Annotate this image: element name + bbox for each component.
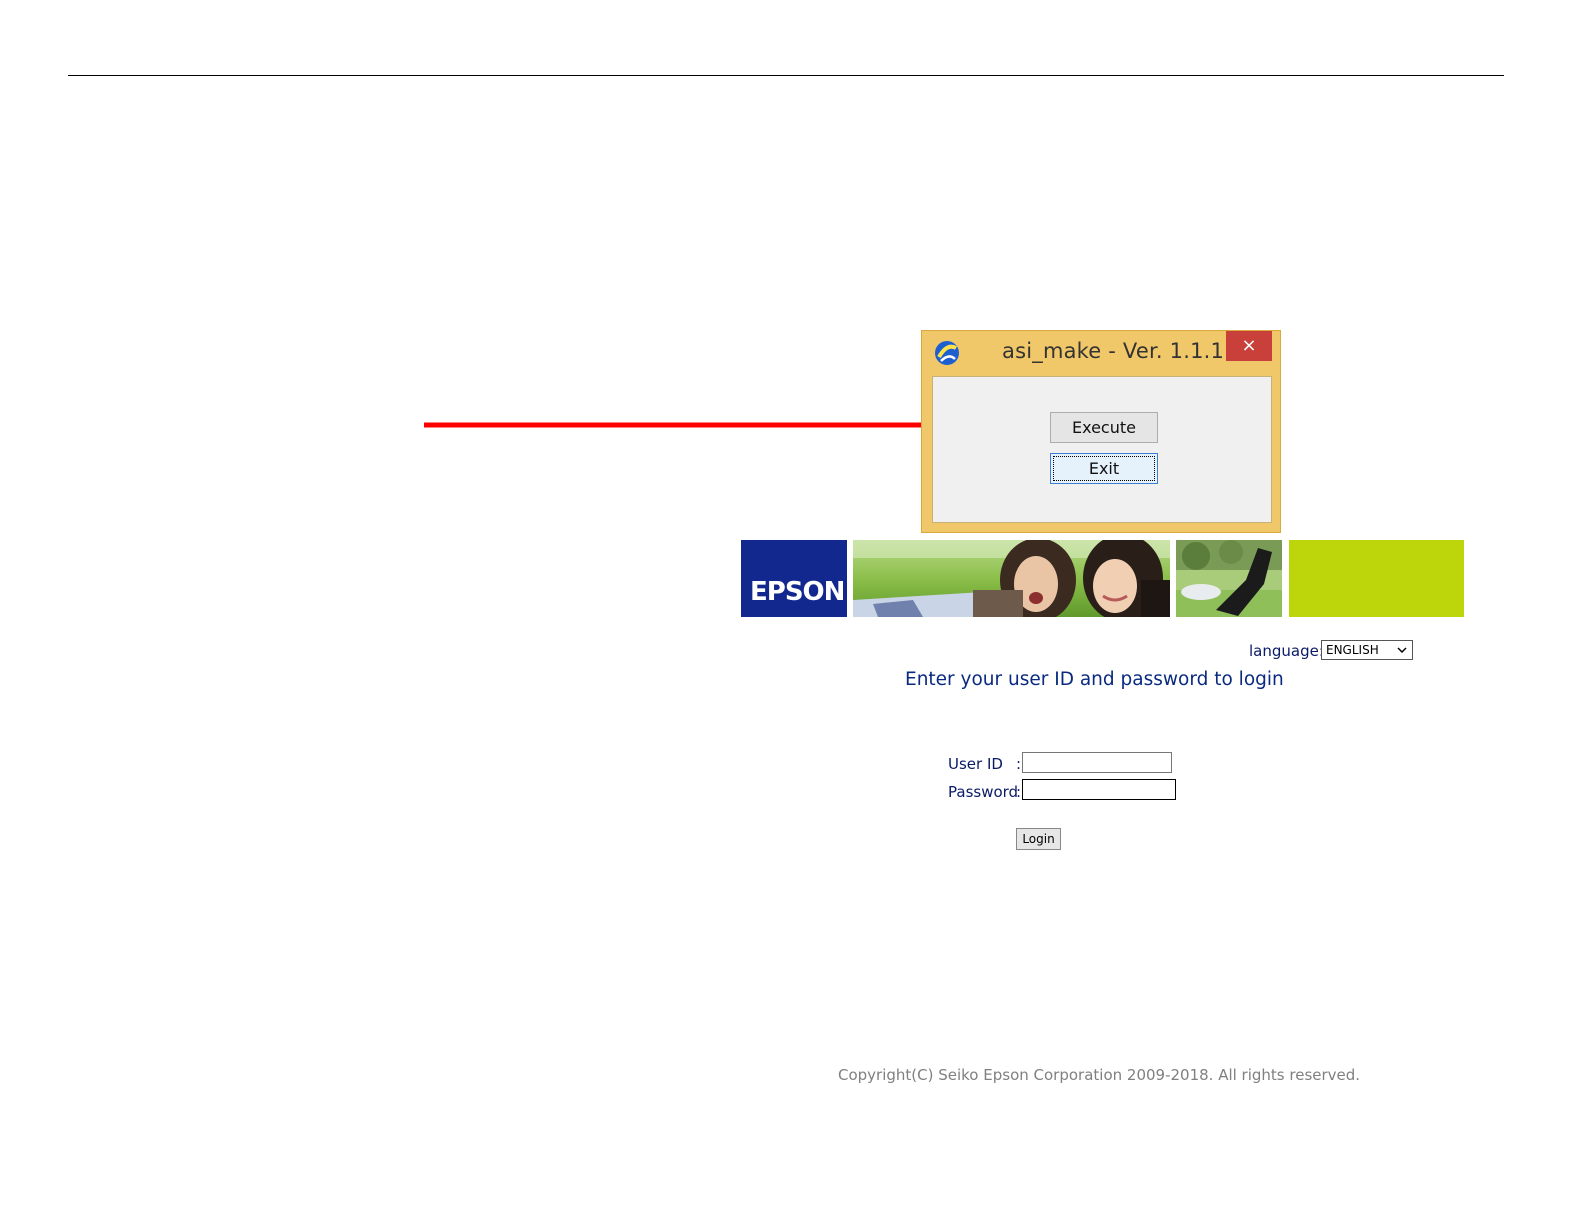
epson-logo: EPSON — [750, 577, 845, 607]
password-label: Password — [948, 783, 1019, 801]
close-icon: × — [1241, 335, 1257, 356]
dialog-close-button[interactable]: × — [1226, 331, 1272, 361]
user-id-colon: : — [1016, 755, 1022, 773]
exit-button[interactable]: Exit — [1050, 453, 1158, 484]
banner-photo-image — [853, 540, 1170, 617]
banner-photo-girls — [853, 540, 1170, 617]
dialog-client-area: Execute Exit — [932, 376, 1272, 523]
password-colon: : — [1016, 783, 1022, 801]
user-id-input[interactable] — [1022, 752, 1172, 773]
banner-photo-image-2 — [1176, 540, 1282, 617]
execute-button[interactable]: Execute — [1050, 412, 1158, 443]
password-input[interactable] — [1022, 779, 1176, 800]
chevron-down-icon — [1397, 647, 1407, 654]
copyright-text: Copyright(C) Seiko Epson Corporation 200… — [838, 1066, 1361, 1084]
epson-logo-block: EPSON — [741, 540, 847, 617]
banner-photo-boots — [1176, 540, 1282, 617]
app-icon — [935, 341, 959, 365]
language-select[interactable]: ENGLISH — [1321, 640, 1413, 660]
login-button[interactable]: Login — [1016, 828, 1061, 850]
login-heading: Enter your user ID and password to login — [905, 669, 1284, 690]
banner-green-block — [1289, 540, 1464, 617]
language-select-value: ENGLISH — [1326, 643, 1379, 657]
dialog-title: asi_make - Ver. 1.1.1 — [1002, 339, 1225, 363]
language-label: language: — [1249, 642, 1324, 660]
top-divider — [68, 75, 1504, 76]
focus-ring — [1053, 456, 1155, 481]
asi-make-dialog: asi_make - Ver. 1.1.1 × Execute Exit — [921, 330, 1281, 533]
user-id-label: User ID — [948, 755, 1003, 773]
